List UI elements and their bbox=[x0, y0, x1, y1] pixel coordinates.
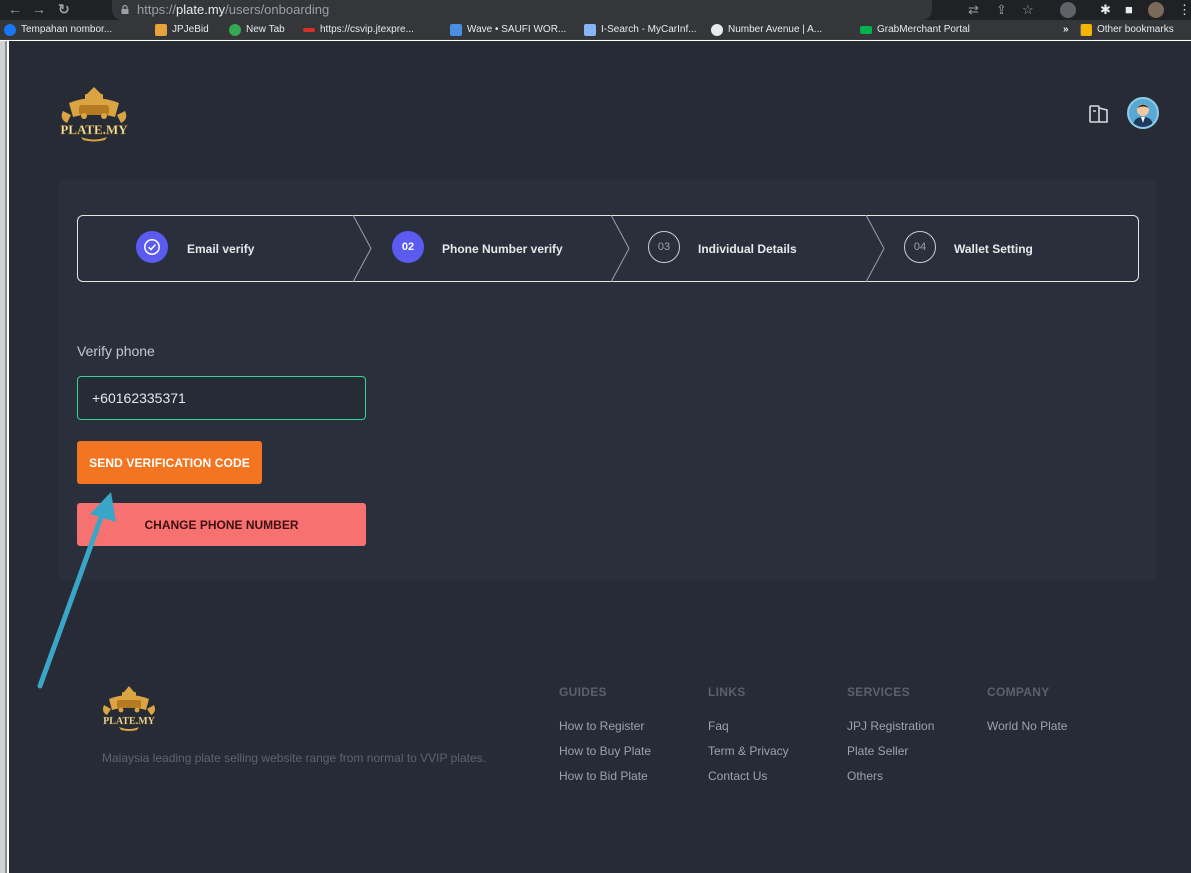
step-1-label: Email verify bbox=[187, 242, 255, 256]
verify-phone-label: Verify phone bbox=[77, 343, 155, 359]
phone-number-input[interactable] bbox=[77, 376, 366, 420]
footer-link[interactable]: Faq bbox=[708, 718, 789, 743]
footer-heading: SERVICES bbox=[847, 685, 910, 699]
footer-link[interactable]: Term & Privacy bbox=[708, 743, 789, 768]
extensions-puzzle-icon[interactable]: ✱ bbox=[1100, 2, 1111, 18]
bookmark-favicon bbox=[860, 26, 872, 34]
footer-link[interactable]: Plate Seller bbox=[847, 743, 934, 768]
profile-icon[interactable] bbox=[1148, 2, 1164, 18]
step-3-number[interactable]: 03 bbox=[648, 231, 680, 263]
bookmark-favicon bbox=[155, 24, 167, 36]
share-icon[interactable]: ⇪ bbox=[996, 2, 1007, 18]
bookmark-favicon bbox=[711, 24, 723, 36]
check-circle-icon bbox=[144, 239, 160, 255]
bookmark-item[interactable]: GrabMerchant Portal bbox=[860, 23, 970, 37]
step-4-number[interactable]: 04 bbox=[904, 231, 936, 263]
bookmark-label: New Tab bbox=[246, 24, 285, 35]
url-prefix: https:// bbox=[137, 2, 177, 17]
footer-column-guides: GUIDES How to Register How to Buy Plate … bbox=[559, 683, 651, 793]
bookmark-label: GrabMerchant Portal bbox=[877, 24, 970, 35]
bookmark-label: Wave • SAUFI WOR... bbox=[467, 24, 567, 35]
footer-column-links: LINKS Faq Term & Privacy Contact Us bbox=[708, 683, 789, 793]
logo-text: PLATE.MY bbox=[60, 122, 128, 137]
more-bookmarks-chevron[interactable]: » bbox=[1063, 23, 1069, 37]
bookmarks-bar: Tempahan nombor... JPJeBid New Tab https… bbox=[0, 20, 1191, 40]
screenshot-root: ← → ↻ https://plate.my/users/onboarding … bbox=[0, 0, 1191, 873]
forward-icon[interactable]: → bbox=[32, 1, 46, 17]
bookmark-favicon bbox=[584, 24, 596, 36]
step-separator-chevron bbox=[352, 215, 372, 282]
url-path: /users/onboarding bbox=[225, 2, 330, 17]
bookmark-favicon bbox=[450, 24, 462, 36]
step-separator-chevron bbox=[865, 215, 885, 282]
other-bookmarks-label: Other bookmarks bbox=[1097, 24, 1174, 35]
footer-link[interactable]: World No Plate bbox=[987, 718, 1067, 743]
step-2-number[interactable]: 02 bbox=[392, 231, 424, 263]
extension-e-icon[interactable] bbox=[1060, 2, 1076, 18]
bookmark-item[interactable]: JPJeBid bbox=[155, 23, 209, 37]
lock-icon bbox=[121, 5, 129, 14]
bookmark-label: Number Avenue | A... bbox=[728, 24, 823, 35]
footer-heading: LINKS bbox=[708, 685, 746, 699]
other-bookmarks[interactable]: Other bookmarks bbox=[1080, 23, 1174, 37]
bookmark-item[interactable]: https://csvip.jtexpre... bbox=[303, 23, 414, 37]
folder-icon bbox=[1080, 24, 1092, 36]
bookmark-label: Tempahan nombor... bbox=[21, 24, 113, 35]
bookmark-item[interactable]: Tempahan nombor... bbox=[4, 23, 112, 37]
step-separator-chevron bbox=[610, 215, 630, 282]
footer-logo-text: PLATE.MY bbox=[103, 716, 156, 727]
menu-kebab-icon[interactable]: ⋮ bbox=[1178, 2, 1191, 18]
footer-link[interactable]: Others bbox=[847, 768, 934, 793]
footer-heading: COMPANY bbox=[987, 685, 1050, 699]
avatar-illustration bbox=[1133, 104, 1153, 127]
change-phone-number-button[interactable]: CHANGE PHONE NUMBER bbox=[77, 503, 366, 546]
footer-column-services: SERVICES JPJ Registration Plate Seller O… bbox=[847, 683, 934, 793]
back-icon[interactable]: ← bbox=[8, 1, 22, 17]
step-1-check-circle-icon[interactable] bbox=[136, 231, 168, 263]
footer-tagline: Malaysia leading plate selling website r… bbox=[102, 751, 486, 765]
bookmark-favicon bbox=[229, 24, 241, 36]
step-3-label: Individual Details bbox=[698, 242, 797, 256]
user-avatar-icon[interactable] bbox=[1127, 97, 1159, 129]
plate-my-logo[interactable]: PLATE.MY bbox=[57, 85, 132, 143]
step-2-label: Phone Number verify bbox=[442, 242, 563, 256]
footer-link[interactable]: How to Buy Plate bbox=[559, 743, 651, 768]
translate-icon[interactable]: ⇄ bbox=[968, 2, 979, 18]
footer-link[interactable]: JPJ Registration bbox=[847, 718, 934, 743]
url-domain: plate.my bbox=[176, 2, 226, 17]
reload-icon[interactable]: ↻ bbox=[58, 1, 70, 17]
bookmark-label: JPJeBid bbox=[172, 24, 209, 35]
step-4-label: Wallet Setting bbox=[954, 242, 1033, 256]
window-edge bbox=[0, 41, 7, 873]
bookmark-star-icon[interactable]: ☆ bbox=[1022, 2, 1034, 18]
browser-address-bar: ← → ↻ https://plate.my/users/onboarding … bbox=[0, 0, 1191, 20]
bookmark-favicon bbox=[303, 28, 315, 32]
footer-link[interactable]: Contact Us bbox=[708, 768, 789, 793]
bookmark-label: https://csvip.jtexpre... bbox=[320, 24, 414, 35]
theme-toggle-icon[interactable] bbox=[1088, 103, 1110, 125]
bookmark-label: I-Search - MyCarInf... bbox=[601, 24, 697, 35]
footer-link[interactable]: How to Register bbox=[559, 718, 651, 743]
bookmark-item[interactable]: Wave • SAUFI WOR... bbox=[450, 23, 566, 37]
sidepanel-icon[interactable]: ■ bbox=[1125, 2, 1133, 18]
url-text: https://plate.my/users/onboarding bbox=[137, 3, 329, 17]
footer-column-company: COMPANY World No Plate bbox=[987, 683, 1067, 743]
footer-link[interactable]: How to Bid Plate bbox=[559, 768, 651, 793]
bookmark-item[interactable]: New Tab bbox=[229, 23, 285, 37]
bookmark-item[interactable]: I-Search - MyCarInf... bbox=[584, 23, 697, 37]
footer-plate-my-logo[interactable]: PLATE.MY bbox=[100, 685, 158, 731]
bookmark-favicon bbox=[4, 24, 16, 36]
bookmark-item[interactable]: Number Avenue | A... bbox=[711, 23, 822, 37]
send-verification-code-button[interactable]: SEND VERIFICATION CODE bbox=[77, 441, 262, 484]
footer-heading: GUIDES bbox=[559, 685, 607, 699]
